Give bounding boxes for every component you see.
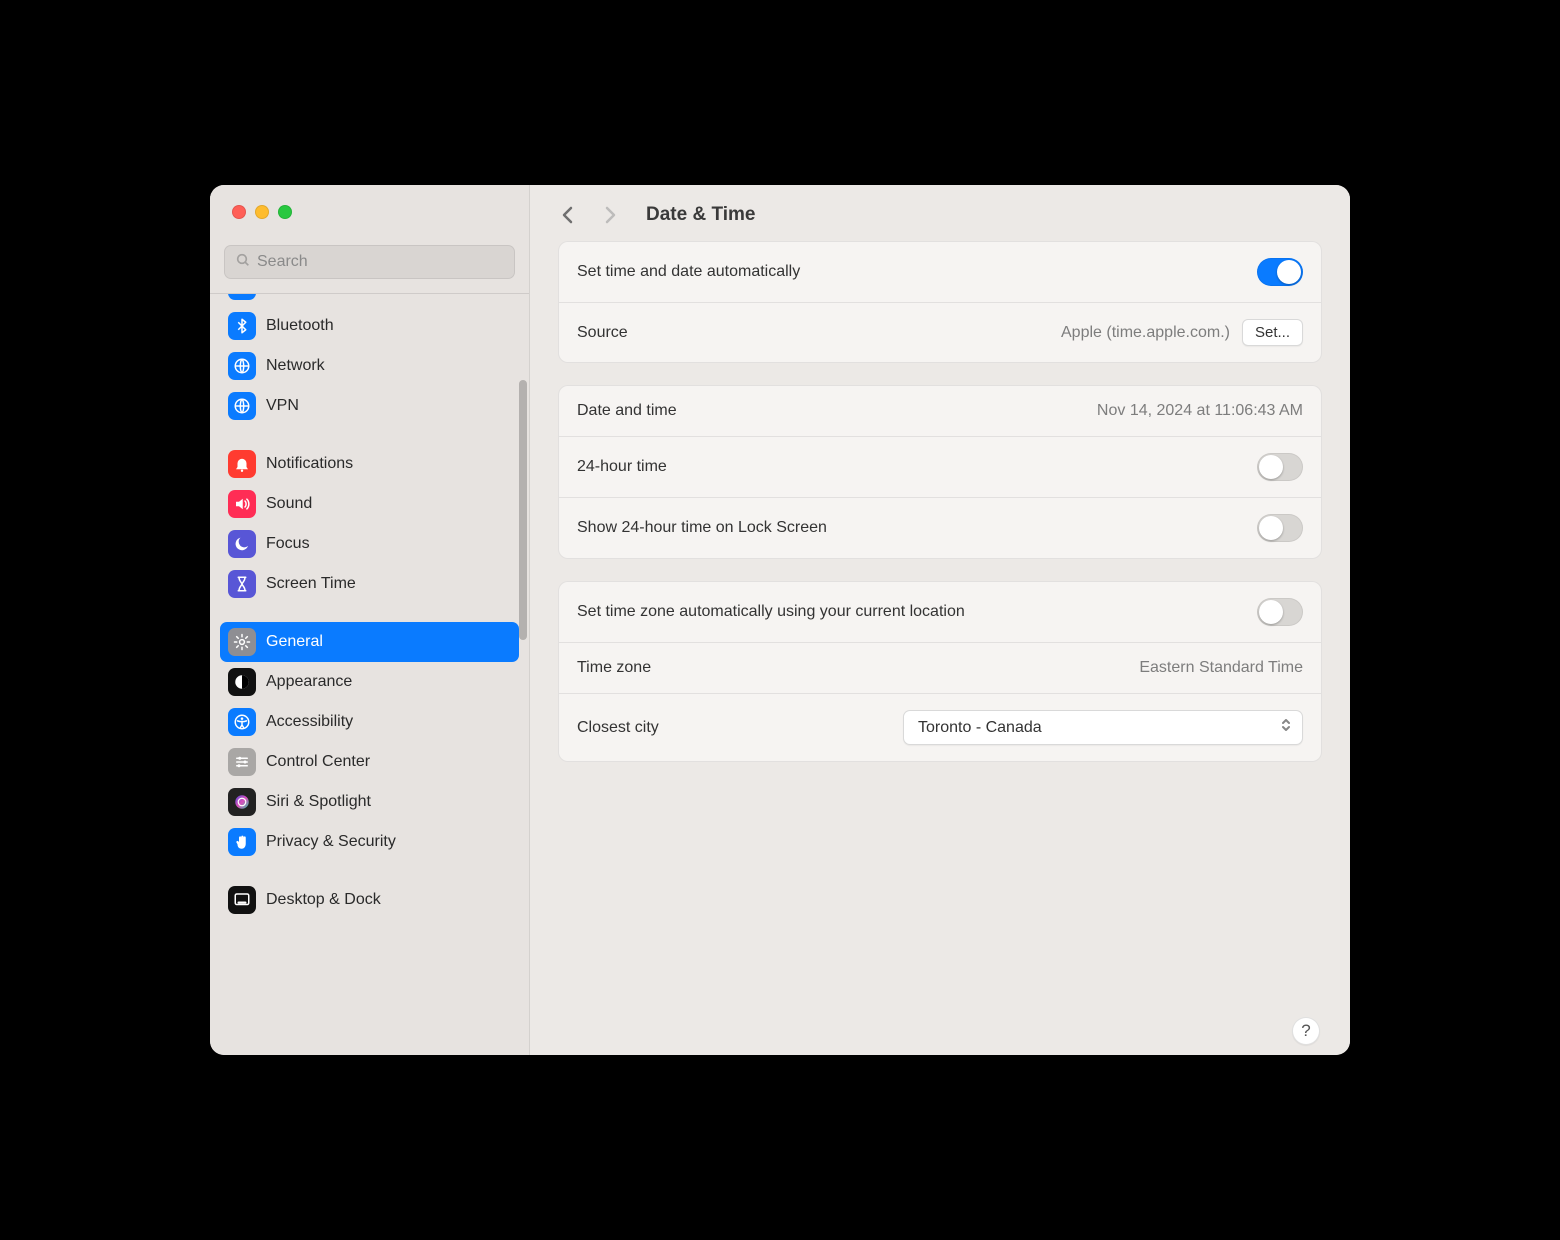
zoom-window-button[interactable] <box>278 205 292 219</box>
sidebar-item-general[interactable]: General <box>220 622 519 662</box>
sidebar-item-accessibility[interactable]: Accessibility <box>220 702 519 742</box>
sidebar-item-label: General <box>266 633 323 651</box>
page-title: Date & Time <box>646 204 755 226</box>
system-settings-window: Wi-Fi Bluetooth Network VPN Notifications Sou… <box>210 185 1350 1055</box>
sidebar-scrollbar[interactable] <box>519 380 527 640</box>
sidebar-nav: Wi-Fi Bluetooth Network VPN Notifications Sou… <box>210 294 529 1055</box>
sidebar-item-label: Wi-Fi <box>266 294 303 295</box>
dock-icon <box>228 886 256 914</box>
sidebar-item-wifi[interactable]: Wi-Fi <box>220 294 519 306</box>
lock24-label: Show 24-hour time on Lock Screen <box>577 519 827 537</box>
closest-city-select[interactable]: Toronto - Canada <box>903 710 1303 745</box>
globe-icon <box>228 392 256 420</box>
lock24-toggle[interactable] <box>1257 514 1303 542</box>
chevron-up-down-icon <box>1280 717 1292 738</box>
window-controls <box>210 185 529 235</box>
sidebar-item-label: Accessibility <box>266 713 353 731</box>
sidebar-item-label: Appearance <box>266 673 352 691</box>
sidebar-item-vpn[interactable]: VPN <box>220 386 519 426</box>
sidebar-item-label: Focus <box>266 535 310 553</box>
search-input[interactable] <box>257 253 504 271</box>
sliders-icon <box>228 748 256 776</box>
sidebar-item-label: Notifications <box>266 455 353 473</box>
hourglass-icon <box>228 570 256 598</box>
sidebar-item-siri[interactable]: Siri & Spotlight <box>220 782 519 822</box>
content-body: Set time and date automatically Source A… <box>530 241 1350 1055</box>
sidebar-item-label: Sound <box>266 495 312 513</box>
h24-label: 24-hour time <box>577 458 667 476</box>
sidebar-item-controlcenter[interactable]: Control Center <box>220 742 519 782</box>
datetime-value: Nov 14, 2024 at 11:06:43 AM <box>1097 402 1303 420</box>
sidebar-item-label: VPN <box>266 397 299 415</box>
minimize-window-button[interactable] <box>255 205 269 219</box>
sidebar-item-label: Desktop & Dock <box>266 891 381 909</box>
globe-icon <box>228 352 256 380</box>
sidebar-item-bluetooth[interactable]: Bluetooth <box>220 306 519 346</box>
back-button[interactable] <box>558 203 578 227</box>
forward-button[interactable] <box>600 203 620 227</box>
city-label: Closest city <box>577 719 659 737</box>
sidebar-item-label: Network <box>266 357 325 375</box>
bluetooth-icon <box>228 312 256 340</box>
hand-icon <box>228 828 256 856</box>
search-icon <box>235 252 251 273</box>
auto-tz-label: Set time zone automatically using your c… <box>577 603 965 621</box>
tz-label: Time zone <box>577 659 651 677</box>
sidebar-item-label: Bluetooth <box>266 317 334 335</box>
sidebar-item-label: Siri & Spotlight <box>266 793 371 811</box>
source-label: Source <box>577 324 628 342</box>
help-button[interactable]: ? <box>1292 1017 1320 1045</box>
wifi-icon <box>228 294 256 300</box>
datetime-label: Date and time <box>577 402 677 420</box>
sidebar-item-label: Screen Time <box>266 575 356 593</box>
search-field[interactable] <box>224 245 515 279</box>
auto-time-toggle[interactable] <box>1257 258 1303 286</box>
settings-group-auto-time: Set time and date automatically Source A… <box>558 241 1322 363</box>
auto-time-label: Set time and date automatically <box>577 263 800 281</box>
sidebar-item-label: Privacy & Security <box>266 833 396 851</box>
closest-city-value: Toronto - Canada <box>918 719 1042 737</box>
sidebar-item-desktopdock[interactable]: Desktop & Dock <box>220 880 519 920</box>
sidebar-item-screentime[interactable]: Screen Time <box>220 564 519 604</box>
source-value: Apple (time.apple.com.) <box>1061 324 1230 342</box>
sidebar: Wi-Fi Bluetooth Network VPN Notifications Sou… <box>210 185 530 1055</box>
contrast-icon <box>228 668 256 696</box>
sidebar-item-network[interactable]: Network <box>220 346 519 386</box>
settings-group-timezone: Set time zone automatically using your c… <box>558 581 1322 762</box>
source-set-button[interactable]: Set... <box>1242 319 1303 346</box>
bell-icon <box>228 450 256 478</box>
sidebar-item-focus[interactable]: Focus <box>220 524 519 564</box>
content-header: Date & Time <box>530 185 1350 241</box>
speaker-icon <box>228 490 256 518</box>
content-pane: Date & Time Set time and date automatica… <box>530 185 1350 1055</box>
sidebar-item-sound[interactable]: Sound <box>220 484 519 524</box>
auto-tz-toggle[interactable] <box>1257 598 1303 626</box>
sidebar-item-notifications[interactable]: Notifications <box>220 444 519 484</box>
tz-value: Eastern Standard Time <box>1139 659 1303 677</box>
gear-icon <box>228 628 256 656</box>
sidebar-item-privacy[interactable]: Privacy & Security <box>220 822 519 862</box>
settings-group-datetime: Date and time Nov 14, 2024 at 11:06:43 A… <box>558 385 1322 559</box>
moon-icon <box>228 530 256 558</box>
siri-icon <box>228 788 256 816</box>
h24-toggle[interactable] <box>1257 453 1303 481</box>
sidebar-item-appearance[interactable]: Appearance <box>220 662 519 702</box>
close-window-button[interactable] <box>232 205 246 219</box>
access-icon <box>228 708 256 736</box>
sidebar-item-label: Control Center <box>266 753 370 771</box>
